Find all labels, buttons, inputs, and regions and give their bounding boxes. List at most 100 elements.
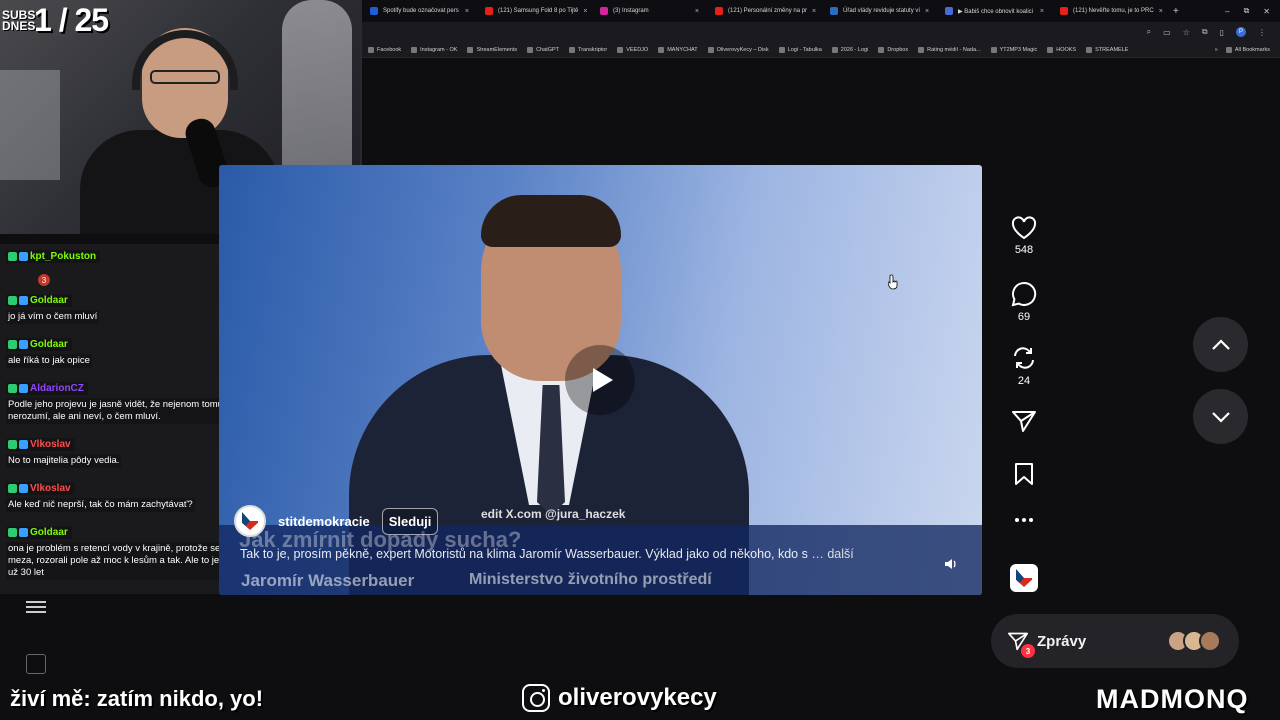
all-bookmarks-button[interactable]: All Bookmarks — [1225, 46, 1270, 53]
repost-action[interactable]: 24 — [1004, 345, 1044, 387]
bookmark-item[interactable]: ChatGPT — [527, 46, 560, 53]
chat-username[interactable]: Goldaar — [6, 338, 72, 351]
bookmark-item[interactable]: VEEDJO — [617, 46, 648, 53]
bookmark-favicon-icon — [778, 46, 785, 53]
moderator-badge-icon — [8, 252, 17, 261]
bookmark-item[interactable]: OliverovyKecy – Disk — [707, 46, 769, 53]
author-avatar[interactable] — [234, 505, 266, 537]
browser-tab[interactable]: (3) Instagram × — [592, 0, 707, 22]
bookmark-label: Dropbox — [887, 46, 909, 53]
bookmark-label: ChatGPT — [536, 46, 560, 53]
like-action[interactable]: 548 — [1004, 216, 1044, 256]
bookmark-label: STREAMELE — [1095, 46, 1129, 53]
chat-username[interactable]: Goldaar — [6, 526, 72, 539]
chat-message: Goldaar ale říká to jak opice — [6, 338, 92, 368]
more-link[interactable]: … další — [811, 547, 853, 561]
close-window-button[interactable]: ✕ — [1263, 7, 1270, 16]
bookmark-item[interactable]: 2026 - Logi — [831, 46, 868, 53]
bookmark-item[interactable]: Rating médií - Nada... — [918, 46, 981, 53]
browser-tab[interactable]: (121) Nevěřte tomu, je to PRC × — [1052, 0, 1167, 22]
bookmark-item[interactable]: HOOKS — [1047, 46, 1076, 53]
minimize-button[interactable]: – — [1225, 7, 1229, 16]
tab-label: (121) Personální změny na pr — [728, 8, 808, 14]
cast-icon[interactable]: ▭ — [1163, 28, 1171, 37]
bookmark-item[interactable]: Dropbox — [878, 46, 909, 53]
hamburger-menu-icon[interactable] — [26, 598, 46, 618]
volume-icon[interactable] — [944, 557, 958, 571]
zoom-icon[interactable]: ⌕ — [1147, 27, 1151, 37]
tab-label: Spotify bude označovat pers — [383, 8, 459, 14]
bookmark-favicon-icon — [368, 46, 374, 53]
bookmark-item[interactable]: StreamElements — [467, 46, 518, 53]
tab-favicon-icon — [945, 7, 953, 15]
bookmark-label: StreamElements — [476, 46, 518, 53]
chat-username[interactable]: AldarionCZ — [6, 382, 88, 395]
extensions-icon[interactable]: ⧉ — [1202, 27, 1208, 37]
bookmark-item[interactable]: MANYCHAT — [658, 46, 698, 53]
subs-counter: SUBS DNES 1 / 25 — [2, 2, 109, 39]
play-icon — [593, 368, 613, 392]
messages-avatars — [1167, 630, 1221, 652]
chat-username[interactable]: Vlkoslav — [6, 482, 75, 495]
sub-badge-icon — [19, 384, 28, 393]
bookmark-label: MANYCHAT — [667, 46, 698, 53]
chat-notification-badge: 3 — [38, 274, 50, 286]
bookmarks-more-button[interactable]: » — [1215, 47, 1218, 53]
browser-tab[interactable]: ▶ Babiš chce obnovit koalici × — [937, 0, 1052, 22]
browser-tab[interactable]: (121) Personální změny na pr × — [707, 0, 822, 22]
chat-username[interactable]: Goldaar — [6, 294, 72, 307]
chat-message-text: jo já vím o čem mluví — [6, 310, 100, 324]
tab-favicon-icon — [370, 7, 378, 15]
next-reel-button[interactable] — [1193, 389, 1248, 444]
tab-close-icon[interactable]: × — [812, 8, 816, 15]
tab-close-icon[interactable]: × — [695, 8, 699, 15]
author-name[interactable]: stitdemokracie — [278, 514, 370, 529]
chat-message-text: No to majitelia pôdy vedia. — [6, 454, 122, 468]
more-options-action[interactable] — [1004, 516, 1044, 524]
instagram-promo: oliverovykecy — [522, 684, 717, 712]
play-button[interactable] — [565, 345, 635, 415]
folder-icon — [1225, 46, 1232, 53]
bookmark-item[interactable]: Transkriptor — [569, 46, 607, 53]
follow-button[interactable]: Sleduji — [381, 507, 439, 535]
comment-action[interactable]: 69 — [1004, 281, 1044, 323]
bookmark-label: Rating médií - Nada... — [927, 46, 981, 53]
tab-label: (121) Nevěřte tomu, je to PRC — [1073, 8, 1154, 14]
tab-close-icon[interactable]: × — [1040, 8, 1044, 15]
chat-message-text: Ale keď nič neprší, tak čo mám zachytáva… — [6, 498, 195, 512]
tab-close-icon[interactable]: × — [1159, 8, 1163, 15]
previous-reel-button[interactable] — [1193, 317, 1248, 372]
bookmark-item[interactable]: Facebook — [368, 46, 401, 53]
browser-tab[interactable]: Spotify bude označovat pers × — [362, 0, 477, 22]
bookmark-item[interactable]: Logi - Tabulka — [778, 46, 822, 53]
bookmark-item[interactable]: STREAMELE — [1086, 46, 1129, 53]
browser-tab-bar: Spotify bude označovat pers × (121) Samsun… — [362, 0, 1280, 22]
tab-close-icon[interactable]: × — [925, 8, 929, 15]
comment-count: 69 — [1017, 311, 1031, 323]
restore-button[interactable]: ⧉ — [1244, 6, 1250, 16]
chat-username[interactable]: Vlkoslav — [6, 438, 75, 451]
save-action[interactable] — [1004, 462, 1044, 486]
chat-username[interactable]: kpt_Pokuston — [6, 250, 101, 263]
menu-icon[interactable]: ⋮ — [1258, 28, 1266, 37]
video-description: Tak to je, prosím pěkně, expert Motorist… — [240, 547, 920, 561]
repost-count: 24 — [1017, 375, 1031, 387]
apps-icon[interactable] — [26, 654, 46, 674]
bookmark-item[interactable]: YT2MP3 Magic — [990, 46, 1038, 53]
messages-button[interactable]: 3 Zprávy — [991, 614, 1239, 668]
profile-avatar[interactable]: P — [1236, 27, 1246, 37]
browser-tab[interactable]: Úřad vlády reviduje statuty ví × — [822, 0, 937, 22]
star-icon[interactable]: ☆ — [1183, 28, 1190, 37]
bookmark-item[interactable]: Instagram - OK — [411, 46, 457, 53]
share-action[interactable] — [1004, 409, 1044, 433]
browser-tab[interactable]: (121) Samsung Fold 8 po Tijtě × — [477, 0, 592, 22]
supporters-text: živí mě: zatím nikdo, yo! — [10, 686, 264, 711]
bookmark-label: YT2MP3 Magic — [999, 46, 1038, 53]
tab-close-icon[interactable]: × — [583, 8, 587, 15]
sidebar-icon[interactable]: ▯ — [1220, 28, 1224, 37]
new-tab-button[interactable]: + — [1167, 6, 1185, 17]
tab-label: (3) Instagram — [613, 8, 649, 14]
audio-avatar[interactable] — [1010, 564, 1038, 592]
tab-close-icon[interactable]: × — [465, 8, 469, 15]
sponsor-brand: MADMONQ — [1096, 684, 1249, 714]
